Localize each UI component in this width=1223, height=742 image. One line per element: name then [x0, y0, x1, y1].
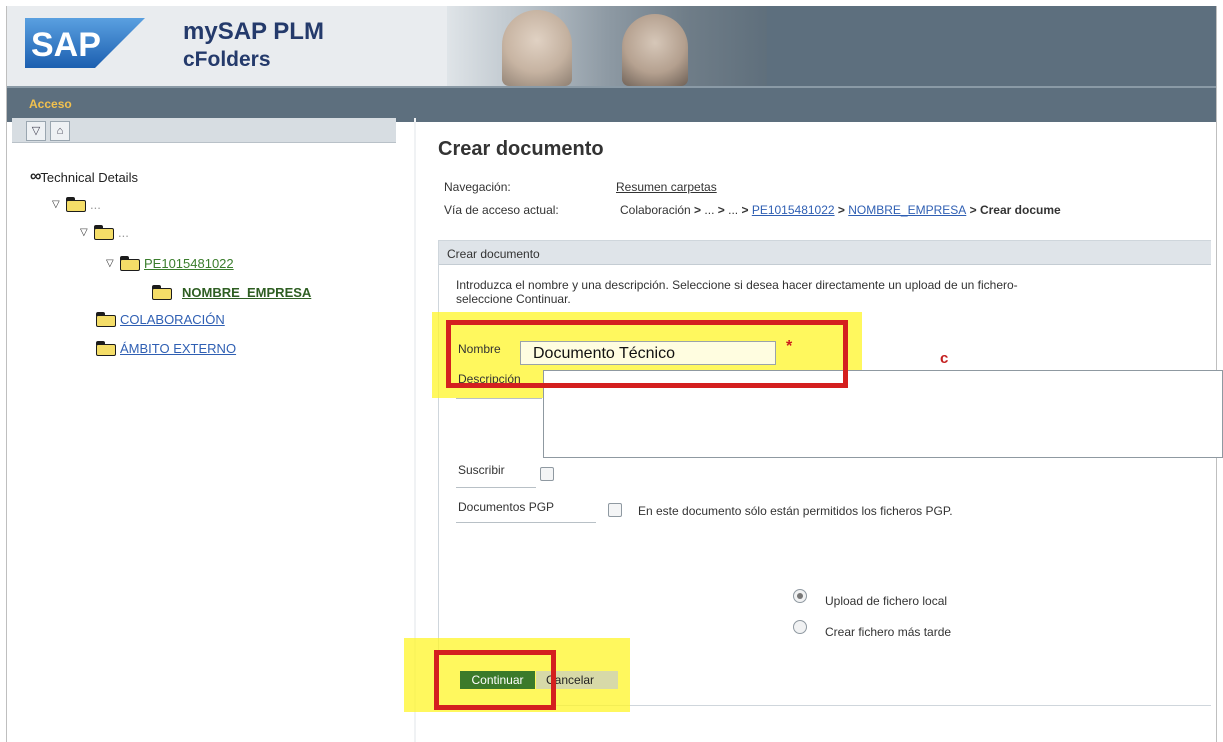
annotation-box-continue [434, 650, 556, 710]
breadcrumb-current: Crear docume [979, 203, 1061, 217]
subscribe-label: Suscribir [458, 463, 505, 477]
tree-item[interactable]: ▽ ... [80, 225, 129, 240]
product-line2: cFolders [183, 48, 271, 71]
header-photo-person [502, 10, 572, 86]
annotation-box-name [446, 320, 848, 388]
label-underline [456, 487, 536, 488]
product-line1: mySAP PLM [183, 18, 324, 45]
product-name: mySAP PLM cFolders [183, 18, 324, 74]
instructions-line: Introduzca el nombre y una descripción. … [456, 278, 1018, 292]
tree-item-label[interactable]: PE1015481022 [144, 256, 234, 271]
instructions: Introduzca el nombre y una descripción. … [456, 278, 1216, 306]
breadcrumb-item: ... [728, 203, 739, 217]
path-label: Vía de acceso actual: [444, 203, 559, 217]
nav-link-resumen[interactable]: Resumen carpetas [616, 180, 717, 194]
sap-logo-text: SAP [31, 26, 101, 64]
label-underline [456, 398, 542, 399]
tree-item-label: ... [90, 197, 101, 212]
create-later-label: Crear fichero más tarde [825, 625, 952, 639]
tree-item-label[interactable]: COLABORACIÓN [120, 312, 225, 327]
panel-title: Crear documento [447, 247, 540, 261]
create-later-radio[interactable] [793, 620, 807, 634]
instructions-line: seleccione Continuar. [456, 292, 571, 306]
collapse-icon[interactable]: ▽ [26, 121, 46, 141]
subscribe-checkbox[interactable] [540, 467, 554, 481]
panel-header: Crear documento [439, 241, 1211, 265]
sap-logo: SAP [25, 18, 145, 68]
access-bar: Acceso [7, 86, 1216, 122]
open-folder-icon [152, 285, 174, 300]
folder-icon [96, 312, 118, 327]
breadcrumb-link[interactable]: PE1015481022 [752, 203, 835, 217]
expand-triangle-icon[interactable]: ▽ [80, 227, 92, 238]
expand-triangle-icon[interactable]: ▽ [52, 199, 64, 210]
header: SAP mySAP PLM cFolders [7, 6, 1216, 86]
tree-item-pe1015481022[interactable]: ▽ PE1015481022 [106, 256, 234, 271]
upload-local-radio[interactable] [793, 589, 807, 603]
folder-icon [66, 197, 88, 212]
header-photo-person [622, 14, 688, 86]
breadcrumb-link[interactable]: NOMBRE_EMPRESA [848, 203, 966, 217]
pgp-label: Documentos PGP [458, 500, 555, 514]
folder-icon [120, 256, 142, 271]
upload-local-label: Upload de fichero local [825, 594, 948, 608]
tree-item-label: ... [118, 225, 129, 240]
breadcrumb-item: ... [704, 203, 715, 217]
tree-root[interactable]: ∞ Technical Details [30, 168, 138, 186]
folder-icon [94, 225, 116, 240]
tree-item-nombre-empresa[interactable]: NOMBRE_EMPRESA [152, 285, 311, 300]
binoculars-icon: ∞ [30, 168, 42, 185]
label-underline [456, 522, 596, 523]
tree-toolbar: ▽ ⌂ [12, 118, 396, 143]
pgp-description: En este documento sólo están permitidos … [638, 504, 953, 518]
tree-item-ambito-externo[interactable]: ÁMBITO EXTERNO [96, 341, 236, 356]
pgp-checkbox[interactable] [608, 503, 622, 517]
tree-item-label[interactable]: ÁMBITO EXTERNO [120, 341, 236, 356]
page-title: Crear documento [438, 138, 604, 160]
tree-item-label[interactable]: NOMBRE_EMPRESA [182, 285, 311, 300]
breadcrumb: Colaboración > ... > ... > PE1015481022 … [620, 203, 1061, 217]
header-photo [447, 6, 767, 86]
tree-item[interactable]: ▽ ... [52, 197, 101, 212]
home-icon[interactable]: ⌂ [50, 121, 70, 141]
expand-triangle-icon[interactable]: ▽ [106, 258, 118, 269]
navigation-label: Navegación: [444, 180, 511, 194]
access-tab[interactable]: Acceso [29, 97, 72, 111]
tree-root-label: Technical Details [40, 169, 138, 185]
header-band [767, 6, 1216, 86]
folder-icon [96, 341, 118, 356]
tree-item-colaboracion[interactable]: COLABORACIÓN [96, 312, 225, 327]
stray-mark: c [940, 350, 949, 367]
breadcrumb-item: Colaboración [620, 203, 691, 217]
